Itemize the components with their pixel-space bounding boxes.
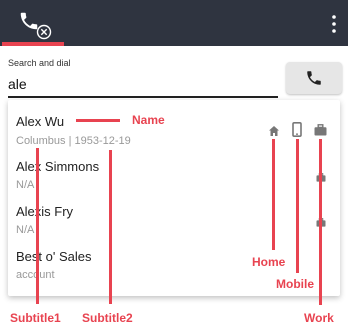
name-annotation-line <box>76 119 120 122</box>
more-options-icon[interactable] <box>330 14 338 34</box>
subtitle2-annotation-label: Subtitle2 <box>82 311 133 325</box>
work-annotation-line <box>319 139 322 305</box>
mobile-annotation-label: Mobile <box>276 277 314 291</box>
result-name: Best o' Sales <box>16 249 92 264</box>
result-item[interactable]: Alex Wu Columbus | 1953-12-19 <box>8 110 340 154</box>
active-tab-indicator <box>2 42 64 46</box>
result-item[interactable]: Alexis Fry N/A <box>8 200 340 244</box>
clear-call-icon[interactable] <box>36 24 52 40</box>
result-subtitle: N/A <box>16 179 35 191</box>
app-header <box>0 0 348 46</box>
result-item[interactable]: Alex Simmons N/A <box>8 155 340 199</box>
result-name: Alex Simmons <box>16 159 100 174</box>
result-subtitle: N/A <box>16 224 35 236</box>
search-label: Search and dial <box>8 58 71 68</box>
work-annotation-label: Work <box>304 311 334 325</box>
dialer-tab[interactable] <box>18 10 64 44</box>
result-name: Alex Wu <box>16 114 65 129</box>
subtitle1-annotation-label: Subtitle1 <box>10 311 61 325</box>
phone-icon <box>307 71 321 85</box>
search-results-list: Alex Wu Columbus | 1953-12-19 Alex Simmo… <box>8 100 340 296</box>
mobile-annotation-line <box>296 139 299 273</box>
search-input[interactable] <box>8 72 278 98</box>
home-annotation-line <box>272 139 275 250</box>
name-annotation-label: Name <box>132 113 165 127</box>
home-annotation-label: Home <box>252 255 286 269</box>
subtitle1-annotation-line <box>36 148 39 304</box>
result-name: Alexis Fry <box>16 204 74 219</box>
subtitle2-annotation-line <box>109 150 112 304</box>
call-button[interactable] <box>286 62 342 94</box>
result-subtitle: Columbus | 1953-12-19 <box>16 135 131 147</box>
